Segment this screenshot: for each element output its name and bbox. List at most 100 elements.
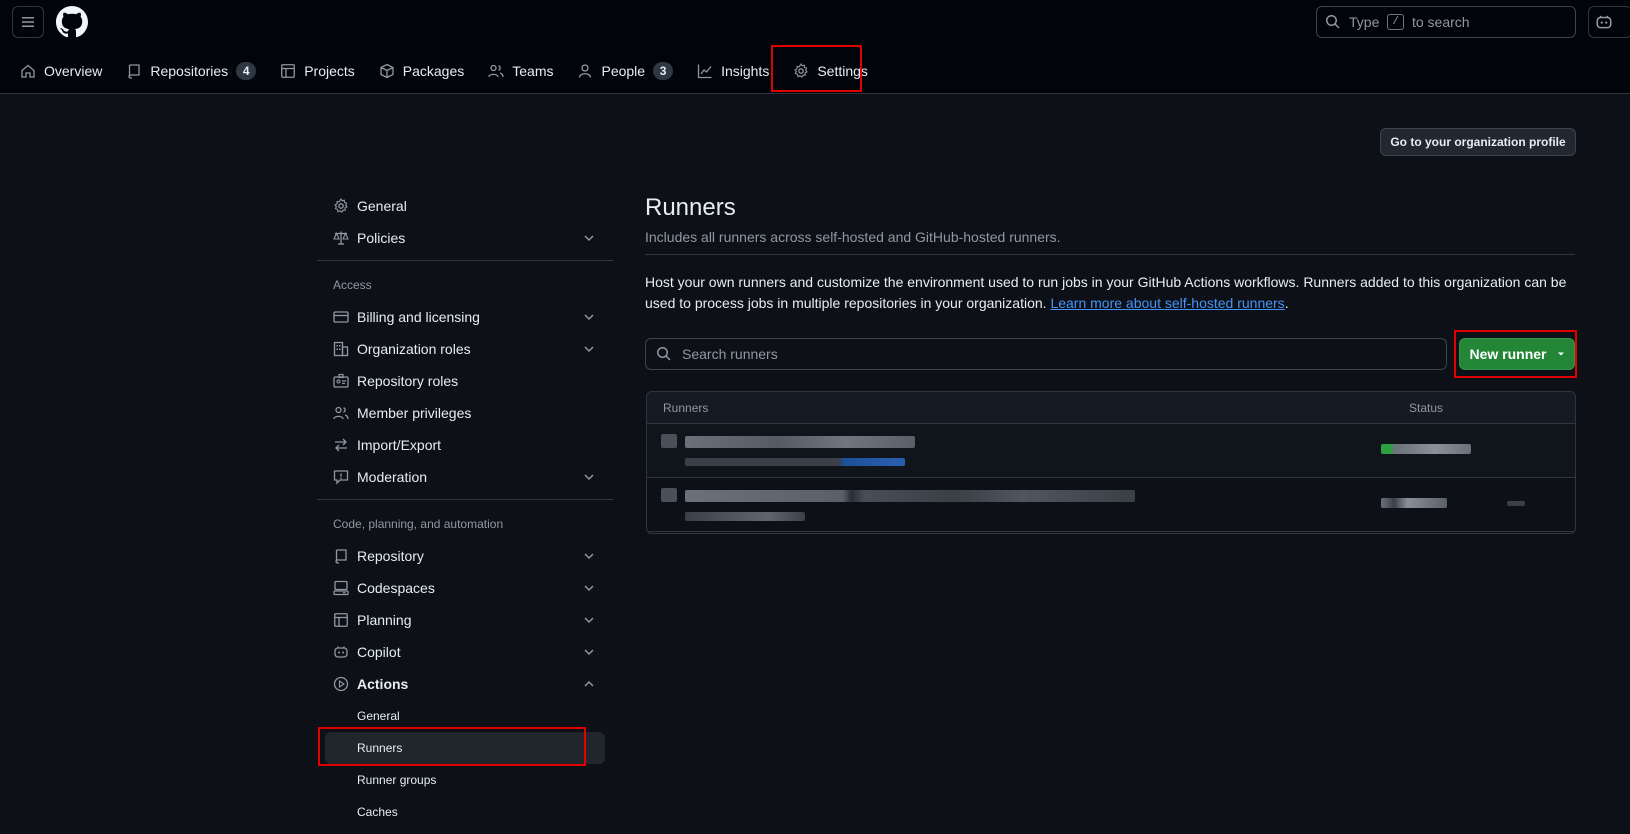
redacted-icon: [661, 488, 677, 502]
sidebar-item-policies[interactable]: Policies: [317, 222, 613, 254]
table-icon: [334, 613, 348, 627]
sidebar-item-general[interactable]: General: [317, 190, 613, 222]
tab-people[interactable]: People 3: [565, 55, 685, 87]
sidebar-item-label: Member privileges: [357, 405, 472, 421]
graph-icon: [697, 64, 712, 79]
sidebar-item-planning[interactable]: Planning: [317, 604, 613, 636]
tab-label: Settings: [817, 63, 868, 79]
person-icon: [579, 64, 592, 78]
settings-sidebar: General Policies Access Billing and lice…: [317, 190, 613, 828]
copilot-button[interactable]: [1588, 6, 1630, 38]
chevron-down-icon: [584, 235, 594, 242]
sidebar-divider: [317, 260, 613, 261]
id-badge-icon: [333, 373, 349, 388]
gear-icon: [794, 63, 809, 78]
sidebar-subitem-runner-groups[interactable]: Runner groups: [317, 764, 613, 796]
chevron-down-icon: [584, 649, 594, 656]
repo-icon: [335, 549, 347, 564]
sidebar-item-repository[interactable]: Repository: [317, 540, 613, 572]
page-title: Runners: [645, 194, 736, 221]
new-runner-label: New runner: [1469, 346, 1547, 362]
repositories-count: 4: [236, 62, 257, 80]
sidebar-item-label: Repository roles: [357, 373, 459, 389]
sidebar-subitem-actions-general[interactable]: General: [317, 700, 613, 732]
codespaces-icon: [333, 580, 349, 596]
triangle-down-icon: [1557, 352, 1564, 356]
search-suffix: to search: [1411, 14, 1470, 30]
org-navigation: Overview Repositories 4 Projects Package…: [8, 48, 880, 94]
sidebar-item-actions[interactable]: Actions: [317, 668, 613, 700]
copilot-icon: [1596, 15, 1612, 29]
sidebar-section-heading: Access: [333, 278, 372, 292]
go-to-profile-button[interactable]: Go to your organization profile: [1380, 128, 1576, 156]
chevron-down-icon: [584, 346, 594, 353]
sidebar-item-copilot[interactable]: Copilot: [317, 636, 613, 668]
page-subtitle: Includes all runners across self-hosted …: [645, 229, 1061, 245]
tab-label: Overview: [44, 63, 103, 79]
sidebar-item-label: Codespaces: [357, 580, 435, 596]
redacted-runner-name: [685, 436, 915, 448]
repo-icon: [128, 64, 141, 79]
people-icon: [333, 406, 349, 420]
tab-label: People: [601, 63, 646, 79]
people-icon: [488, 64, 504, 78]
chevron-down-icon: [584, 553, 594, 560]
sidebar-item-label: Moderation: [357, 469, 428, 485]
sidebar-item-label: Billing and licensing: [357, 309, 480, 325]
runners-table: Runners Status: [646, 391, 1576, 534]
redacted-status: [1381, 498, 1447, 508]
credit-card-icon: [333, 311, 349, 323]
table-header: Runners Status: [647, 392, 1575, 424]
learn-more-link[interactable]: Learn more about self-hosted runners: [1050, 295, 1284, 311]
tab-overview[interactable]: Overview: [8, 55, 114, 87]
redacted-row-menu[interactable]: [1507, 501, 1525, 506]
tab-teams[interactable]: Teams: [476, 55, 565, 87]
column-header-runners: Runners: [663, 400, 709, 415]
home-icon: [21, 64, 35, 78]
sidebar-item-moderation[interactable]: Moderation: [317, 461, 613, 493]
github-logo-icon[interactable]: [56, 6, 88, 38]
chevron-down-icon: [584, 314, 594, 321]
sidebar-item-codespaces[interactable]: Codespaces: [317, 572, 613, 604]
sidebar-section-heading: Code, planning, and automation: [333, 517, 504, 531]
tab-label: Insights: [721, 63, 770, 79]
package-icon: [380, 63, 394, 79]
new-runner-button[interactable]: New runner: [1459, 338, 1575, 370]
tab-repositories[interactable]: Repositories 4: [114, 55, 268, 87]
people-count: 3: [653, 62, 674, 80]
tab-insights[interactable]: Insights: [685, 55, 781, 87]
sidebar-subitem-runners[interactable]: Runners: [325, 732, 605, 764]
arrow-switch-icon: [335, 438, 347, 452]
gear-icon: [334, 198, 348, 213]
chevron-down-icon: [584, 617, 594, 624]
global-search-input[interactable]: Type / to search: [1316, 6, 1576, 38]
table-row[interactable]: [647, 424, 1575, 478]
tab-projects[interactable]: Projects: [268, 55, 367, 87]
tab-label: Repositories: [150, 63, 229, 79]
menu-icon[interactable]: [12, 6, 44, 38]
runner-search-input[interactable]: Search runners: [645, 338, 1447, 370]
sidebar-item-organization-roles[interactable]: Organization roles: [317, 333, 613, 365]
sidebar-subitem-caches[interactable]: Caches: [317, 796, 613, 828]
column-header-status: Status: [1409, 400, 1444, 415]
chevron-up-icon: [584, 680, 594, 687]
sidebar-item-member-privileges[interactable]: Member privileges: [317, 397, 613, 429]
tab-packages[interactable]: Packages: [367, 55, 476, 87]
sidebar-item-label: Copilot: [357, 644, 401, 660]
table-icon: [281, 64, 296, 78]
report-icon: [333, 470, 349, 485]
tab-settings[interactable]: Settings: [781, 55, 880, 87]
search-shortcut-key: /: [1387, 14, 1404, 30]
tab-label: Projects: [304, 63, 355, 79]
search-prefix: Type: [1349, 14, 1380, 30]
redacted-icon: [661, 434, 677, 448]
sidebar-item-repository-roles[interactable]: Repository roles: [317, 365, 613, 397]
sidebar-item-label: Import/Export: [357, 437, 442, 453]
redacted-runner-name: [685, 490, 1135, 502]
sidebar-item-billing[interactable]: Billing and licensing: [317, 301, 613, 333]
title-divider: [645, 254, 1575, 255]
sidebar-item-label: Repository: [357, 548, 424, 564]
sidebar-item-label: Actions: [357, 676, 409, 692]
sidebar-item-import-export[interactable]: Import/Export: [317, 429, 613, 461]
table-row[interactable]: [647, 478, 1575, 532]
